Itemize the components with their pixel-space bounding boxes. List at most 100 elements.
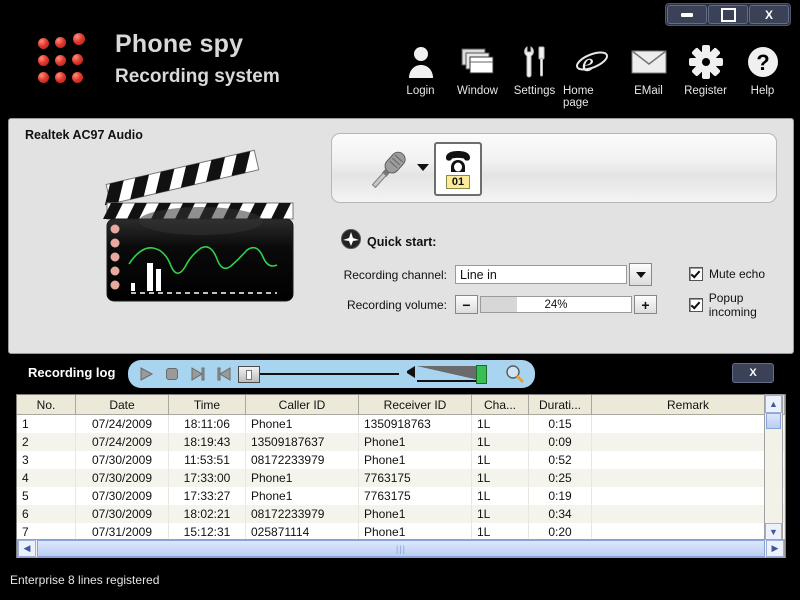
playback-volume-slider[interactable] [405, 365, 487, 384]
popup-incoming-option[interactable]: Popup incoming [689, 291, 793, 319]
cell-remark [592, 415, 785, 434]
gear-icon [689, 40, 723, 84]
volume-decrease-button[interactable]: − [455, 295, 478, 314]
cell-no: 1 [17, 415, 76, 434]
status-text: Enterprise 8 lines registered [10, 573, 159, 587]
table-row[interactable]: 1 07/24/2009 18:11:06 Phone1 1350918763 … [17, 415, 785, 434]
cell-no: 3 [17, 451, 76, 469]
scroll-left-button[interactable]: ◀ [18, 540, 36, 557]
table-body: 1 07/24/2009 18:11:06 Phone1 1350918763 … [17, 415, 785, 542]
recording-volume-slider[interactable]: 24% [480, 296, 632, 313]
recording-channel-dropdown-button[interactable] [629, 263, 652, 286]
toolbar-item-window[interactable]: Window [449, 40, 506, 97]
playback-position-track[interactable] [260, 373, 399, 375]
app-header: Phone spy Recording system Login [0, 22, 800, 114]
cell-time: 17:33:27 [169, 487, 246, 505]
table-horizontal-scrollbar[interactable]: ◀ ||| ▶ [17, 539, 785, 558]
toolbar-item-register[interactable]: Register [677, 40, 734, 97]
toolbar-label-window: Window [457, 85, 498, 97]
application-window: X Phone spy Recording system [0, 0, 800, 600]
play-button[interactable] [138, 366, 154, 382]
stop-button[interactable] [164, 366, 180, 382]
table-row[interactable]: 5 07/30/2009 17:33:27 Phone1 7763175 1L … [17, 487, 785, 505]
cell-receiver-id: Phone1 [359, 505, 472, 523]
cell-time: 11:53:51 [169, 451, 246, 469]
wrench-screwdriver-icon [520, 40, 550, 84]
column-header-date[interactable]: Date [76, 395, 169, 415]
scroll-up-button[interactable]: ▲ [765, 395, 782, 413]
cell-channel: 1L [472, 505, 529, 523]
popup-incoming-checkbox[interactable] [689, 298, 703, 312]
search-button[interactable] [505, 364, 525, 384]
previous-track-button[interactable] [216, 366, 232, 382]
speaker-icon [405, 365, 417, 384]
table-vertical-scrollbar[interactable]: ▲ ▼ [764, 394, 783, 542]
microphone-icon[interactable] [362, 144, 414, 199]
cell-receiver-id: 1350918763 [359, 415, 472, 434]
column-header-caller-id[interactable]: Caller ID [246, 395, 359, 415]
next-track-button[interactable] [190, 366, 206, 382]
table-row[interactable]: 3 07/30/2009 11:53:51 08172233979 Phone1… [17, 451, 785, 469]
cell-channel: 1L [472, 469, 529, 487]
mute-echo-label: Mute echo [709, 267, 765, 281]
volume-increase-button[interactable]: + [634, 295, 657, 314]
column-header-no[interactable]: No. [17, 395, 76, 415]
cell-time: 18:02:21 [169, 505, 246, 523]
toolbar-label-login: Login [406, 85, 434, 97]
cell-time: 18:19:43 [169, 433, 246, 451]
cell-no: 2 [17, 433, 76, 451]
cell-duration: 0:19 [529, 487, 592, 505]
windows-stack-icon [461, 40, 495, 84]
recording-log-close-button[interactable]: X [732, 363, 774, 383]
mute-echo-checkbox[interactable] [689, 267, 703, 281]
table-row[interactable]: 2 07/24/2009 18:19:43 13509187637 Phone1… [17, 433, 785, 451]
cell-no: 6 [17, 505, 76, 523]
quick-start-icon [341, 229, 361, 254]
vertical-scroll-thumb[interactable] [766, 413, 781, 429]
app-title: Phone spy [115, 30, 280, 59]
recording-channel-select[interactable]: Line in [455, 265, 627, 284]
volume-knob[interactable] [476, 365, 487, 384]
phone-line-button[interactable]: 01 [434, 142, 482, 196]
volume-value: 24% [481, 297, 631, 312]
chevron-down-icon[interactable] [417, 164, 429, 171]
toolbar-item-email[interactable]: EMail [620, 40, 677, 97]
toolbar-item-home-page[interactable]: e Home page [563, 40, 620, 109]
cell-no: 4 [17, 469, 76, 487]
main-panel: Realtek AC97 Audio [8, 118, 794, 354]
toolbar-label-home-page: Home page [563, 85, 620, 109]
options-group: Mute echo Popup incoming [689, 267, 793, 329]
table-row[interactable]: 6 07/30/2009 18:02:21 08172233979 Phone1… [17, 505, 785, 523]
recording-preview [71, 147, 299, 319]
horizontal-scroll-thumb[interactable]: ||| [37, 540, 765, 557]
column-header-remark[interactable]: Remark [592, 395, 785, 415]
cell-duration: 0:52 [529, 451, 592, 469]
toolbar-label-settings: Settings [514, 85, 556, 97]
toolbar-label-email: EMail [634, 85, 663, 97]
audio-device-label: Realtek AC97 Audio [25, 128, 143, 142]
column-header-receiver-id[interactable]: Receiver ID [359, 395, 472, 415]
toolbar-item-login[interactable]: Login [392, 40, 449, 97]
play-icon [138, 366, 154, 382]
stop-icon [164, 366, 180, 382]
recording-log-title: Recording log [28, 365, 115, 380]
recording-source-bar: 01 [331, 133, 777, 203]
scroll-right-button[interactable]: ▶ [766, 540, 784, 557]
toolbar-label-help: Help [751, 85, 775, 97]
column-header-duration[interactable]: Durati... [529, 395, 592, 415]
toolbar-item-settings[interactable]: Settings [506, 40, 563, 97]
column-header-time[interactable]: Time [169, 395, 246, 415]
column-header-channel[interactable]: Cha... [472, 395, 529, 415]
recording-channel-row: Recording channel: Line in [341, 263, 657, 286]
table-row[interactable]: 4 07/30/2009 17:33:00 Phone1 7763175 1L … [17, 469, 785, 487]
cell-remark [592, 433, 785, 451]
cell-caller-id: 08172233979 [246, 505, 359, 523]
mute-echo-option[interactable]: Mute echo [689, 267, 793, 281]
playback-position-handle[interactable] [238, 366, 260, 383]
cell-date: 07/30/2009 [76, 451, 169, 469]
popup-incoming-label: Popup incoming [709, 291, 793, 319]
app-subtitle: Recording system [115, 66, 280, 88]
toolbar-item-help[interactable]: ? Help [734, 40, 791, 97]
cell-duration: 0:25 [529, 469, 592, 487]
quick-start-header: Quick start: [341, 229, 657, 254]
